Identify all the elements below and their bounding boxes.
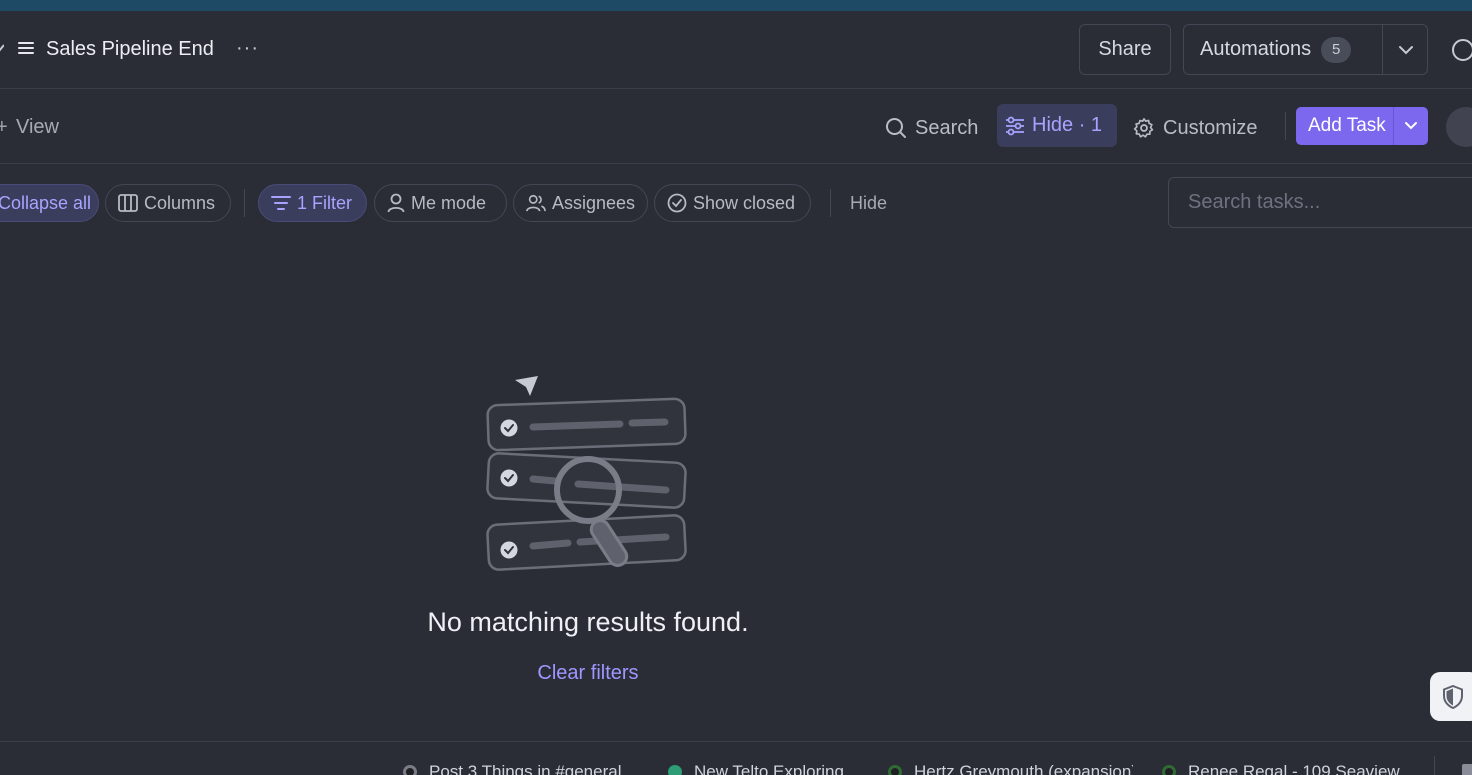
share-button[interactable]: Share [1079,24,1171,75]
add-view-button[interactable]: View [16,116,59,139]
filter-divider [244,189,245,217]
filter-icon [271,196,291,210]
check-circle-icon [667,193,687,213]
assignees-button[interactable]: Assignees [513,184,648,222]
users-icon [526,194,546,212]
status-dot [668,765,682,775]
tray-divider [1434,756,1435,775]
customize-label: Customize [1163,116,1258,139]
columns-button[interactable]: Columns [105,184,231,222]
chat-icon[interactable] [1452,39,1472,61]
top-window-strip [0,0,1472,11]
assignees-label: Assignees [551,192,635,213]
collapse-all-label: Collapse all [0,192,92,213]
filter-label: 1 Filter [297,192,353,213]
page-header: Sales Pipeline End ··· Share Automations… [0,11,1472,89]
share-label: Share [1098,38,1152,60]
search-label: Search [915,116,979,139]
cursor-arrow-icon [515,376,538,396]
toolbar-divider [1285,112,1286,140]
columns-label: Columns [144,192,216,213]
shield-icon [1443,684,1463,709]
status-dot [403,765,417,775]
plus-icon[interactable]: + [0,116,8,139]
show-closed-label: Show closed [693,192,796,213]
chevron-down-icon[interactable] [1398,42,1414,58]
automations-divider [1382,25,1383,74]
customize-button[interactable]: Customize [1133,107,1257,149]
list-icon [18,42,34,56]
tray-expand-icon[interactable] [1462,764,1472,775]
gear-icon [1133,118,1154,138]
tray-item-label: Hertz Greymouth (expansion) [914,762,1133,775]
columns-icon [118,194,138,212]
tray-item-label: Renee Regal - 109 Seaview [1188,762,1400,775]
tray-item[interactable]: Renee Regal - 109 Seaview [1162,762,1408,775]
privacy-shield-button[interactable] [1430,672,1472,721]
automations-label: Automations [1200,38,1312,60]
collapse-all-button[interactable]: Collapse all [0,184,99,222]
hide-label: Hide · 1 [1032,114,1103,136]
search-button[interactable]: Search [885,107,978,149]
tray-item-label: New Telto Exploring [694,762,844,775]
tray-item[interactable]: Post 3 Things in #general [403,762,639,775]
sliders-icon [1006,116,1024,135]
status-dot [888,765,902,775]
tray-item-label: Post 3 Things in #general [429,762,622,775]
view-toolbar: + View Search Hide · 1 Customize Add Tas… [0,90,1472,164]
hide-fields-button[interactable]: Hide · 1 [997,104,1117,147]
search-tasks-input[interactable] [1168,177,1472,228]
more-actions-button[interactable] [1446,107,1472,147]
chevron-down-icon[interactable] [1404,119,1418,133]
tray-item[interactable]: Hertz Greymouth (expansion) [888,762,1133,775]
empty-state-message: No matching results found. [427,607,749,637]
page-title[interactable]: Sales Pipeline End [46,38,214,61]
hide-button[interactable]: Hide [850,193,887,214]
add-task-label: Add Task [1308,115,1386,136]
chevron-down-icon[interactable] [0,43,4,53]
more-options-icon[interactable]: ··· [236,37,259,60]
minimized-tasks-tray: Post 3 Things in #general New Telto Expl… [0,741,1472,775]
user-icon [387,193,405,213]
tray-item[interactable]: New Telto Exploring [668,762,861,775]
search-icon [886,118,906,138]
me-mode-label: Me mode [411,192,487,213]
add-task-divider [1393,107,1394,145]
filter-button[interactable]: 1 Filter [258,184,367,222]
empty-state-illustration [486,376,687,571]
clear-filters-link[interactable]: Clear filters [488,662,688,685]
me-mode-button[interactable]: Me mode [374,184,507,222]
add-task-button[interactable]: Add Task [1296,107,1428,145]
show-closed-button[interactable]: Show closed [654,184,811,222]
filter-bar: Collapse all Columns 1 Filter Me mode As… [0,164,1472,242]
automations-count-badge: 5 [1321,36,1352,63]
filter-divider [830,189,831,217]
automations-button[interactable]: Automations 5 [1183,24,1428,75]
status-dot [1162,765,1176,775]
